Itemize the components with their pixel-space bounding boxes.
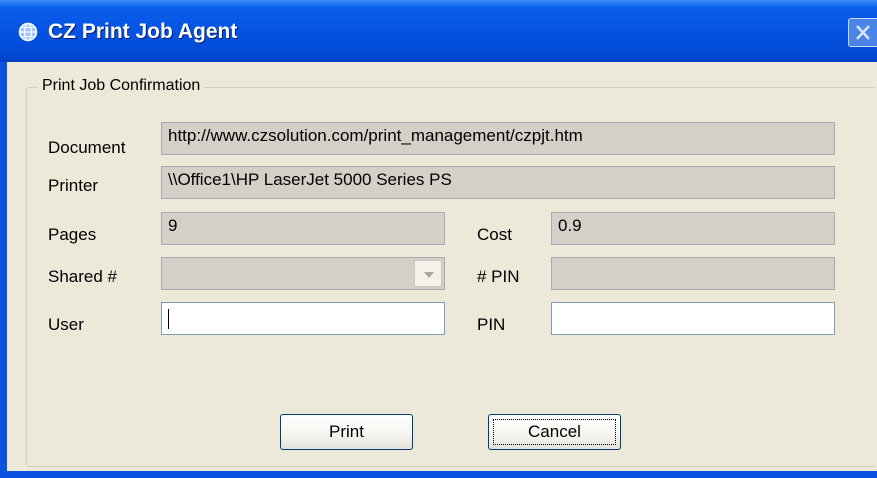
pin-number-label: # PIN xyxy=(477,267,520,286)
cancel-button-label: Cancel xyxy=(528,422,581,441)
window-bottom-border xyxy=(0,471,877,478)
close-icon xyxy=(856,25,870,40)
title-bar[interactable]: CZ Print Job Agent xyxy=(0,0,877,62)
pin-input[interactable] xyxy=(551,302,835,335)
group-legend: Print Job Confirmation xyxy=(38,77,205,95)
app-globe-icon xyxy=(18,22,38,42)
shared-dropdown[interactable] xyxy=(161,257,445,290)
close-button[interactable] xyxy=(848,18,877,47)
pages-field: 9 xyxy=(161,212,445,245)
print-button[interactable]: Print xyxy=(280,414,413,450)
document-label: Document xyxy=(48,138,126,157)
pin-number-field xyxy=(551,257,835,290)
chevron-down-icon[interactable] xyxy=(414,260,442,287)
dialog-window: CZ Print Job Agent Print Job Confirmatio… xyxy=(0,0,877,478)
cost-label: Cost xyxy=(477,225,512,244)
user-input[interactable] xyxy=(161,302,445,335)
document-field: http://www.czsolution.com/print_manageme… xyxy=(161,122,835,155)
pin-label: PIN xyxy=(477,315,506,334)
printer-label: Printer xyxy=(48,176,99,195)
user-label: User xyxy=(48,315,84,334)
cancel-button[interactable]: Cancel xyxy=(488,414,621,450)
printer-field: \\Office1\HP LaserJet 5000 Series PS xyxy=(161,166,835,199)
text-caret xyxy=(168,309,169,329)
window-title: CZ Print Job Agent xyxy=(48,20,238,43)
shared-label: Shared # xyxy=(48,267,117,286)
pages-label: Pages xyxy=(48,225,97,244)
dialog-client-area: Print Job Confirmation Document http://w… xyxy=(7,62,877,471)
print-button-label: Print xyxy=(329,422,364,441)
cost-field: 0.9 xyxy=(551,212,835,245)
